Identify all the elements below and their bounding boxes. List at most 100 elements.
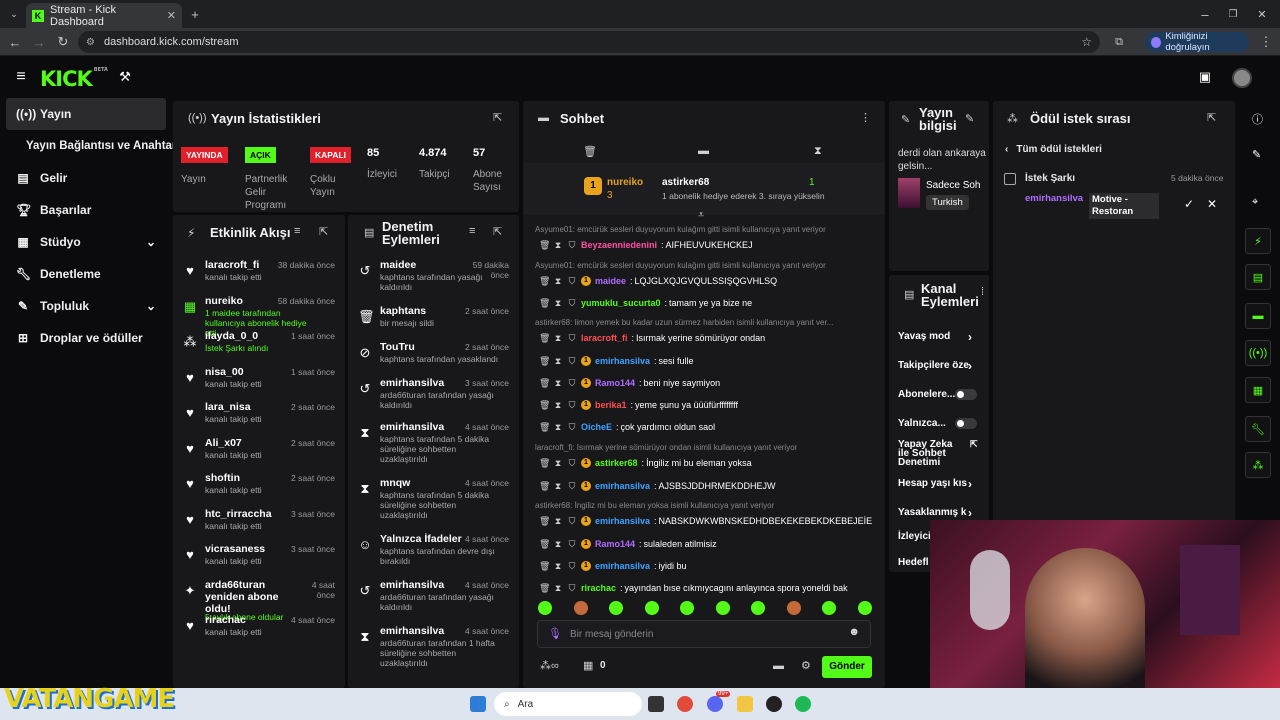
emote-icon[interactable] bbox=[786, 601, 801, 615]
scroll-down-icon[interactable]: ⩡ bbox=[698, 209, 704, 222]
channel-action-row[interactable]: Abonelere... bbox=[898, 389, 984, 400]
activity-item[interactable]: ♥ vicrasaness kanalı takip etti 3 saat önce bbox=[173, 543, 345, 579]
ban-shield-icon[interactable]: ⛉ bbox=[567, 458, 577, 469]
tab-list-icon[interactable]: ⌄ bbox=[5, 5, 23, 23]
chat-username[interactable]: emirhansilva bbox=[595, 481, 650, 491]
emote-icon[interactable] bbox=[573, 601, 588, 615]
delete-message-icon[interactable]: 🗑︎ bbox=[539, 298, 550, 309]
channel-action-row[interactable]: Yavaş mod › bbox=[898, 330, 984, 344]
emote-icon[interactable] bbox=[822, 601, 836, 615]
delete-message-icon[interactable]: 🗑︎ bbox=[539, 240, 550, 251]
chat-mode-icon[interactable]: ▬ bbox=[698, 145, 709, 157]
chat-message[interactable]: 🗑︎ ⧗ ⛉ rirachac: yayından bıse cıkmıycagını … bbox=[539, 581, 885, 595]
points-icon[interactable]: ⁂∞ bbox=[540, 659, 559, 672]
timeout-icon[interactable]: ⧗ bbox=[553, 378, 563, 389]
nav-item-gelir[interactable]: ▤ Gelir bbox=[6, 162, 166, 194]
trash-icon[interactable]: 🗑︎ bbox=[583, 145, 597, 158]
emote-icon[interactable] bbox=[644, 601, 659, 615]
timeout-icon[interactable]: ⧗ bbox=[553, 400, 563, 411]
new-tab-icon[interactable]: + bbox=[186, 5, 204, 23]
edit-pencil-icon[interactable]: ✎ bbox=[1252, 148, 1261, 161]
drag-handle-icon[interactable]: ⁞ bbox=[981, 286, 984, 298]
forward-icon[interactable]: → bbox=[30, 33, 48, 51]
chat-message[interactable]: 🗑︎ ⧗ ⛉ 1 maidee: LQJGLXQJGVQULSSIŞQGVHLSQ bbox=[539, 274, 885, 288]
chat-username[interactable]: emirhansilva bbox=[595, 356, 650, 366]
mod-action-item[interactable]: ⧗ emirhansilva kaphtans tarafından 5 dakik… bbox=[348, 421, 519, 465]
timeout-icon[interactable]: ⧗ bbox=[553, 356, 563, 367]
delete-message-icon[interactable]: 🗑︎ bbox=[539, 333, 550, 344]
timeout-icon[interactable]: ⧗ bbox=[553, 481, 563, 492]
extensions-icon[interactable]: ⧉ bbox=[1110, 33, 1128, 51]
ban-shield-icon[interactable]: ⛉ bbox=[567, 400, 577, 411]
ban-shield-icon[interactable]: ⛉ bbox=[567, 481, 577, 492]
browser-tab[interactable]: K Stream - Kick Dashboard ✕ bbox=[26, 3, 182, 28]
chat-message[interactable]: 🗑︎ ⧗ ⛉ 1 emirhansilva: NABSKDWKWBNSKEDHDBEKEK… bbox=[539, 514, 885, 528]
nav-item-droplar[interactable]: ⊞ Droplar ve ödüller bbox=[6, 322, 166, 354]
quick-action-broadcast-icon[interactable]: ((•)) bbox=[1245, 340, 1271, 366]
timeout-icon[interactable]: ⧗ bbox=[553, 458, 563, 469]
chat-username[interactable]: laracroft_fi bbox=[581, 333, 628, 343]
hourglass-icon[interactable]: ⧗ bbox=[814, 145, 822, 158]
timeout-icon[interactable]: ⧗ bbox=[553, 298, 563, 309]
chat-message[interactable]: 🗑︎ ⧗ ⛉ 1 emirhansilva: iyidi bu bbox=[539, 559, 885, 573]
timeout-icon[interactable]: ⧗ bbox=[553, 583, 563, 594]
hamburger-menu-icon[interactable]: ≡ bbox=[12, 68, 30, 86]
info-icon[interactable]: ⓘ bbox=[1252, 111, 1263, 127]
mod-action-item[interactable]: ☺ Yalnızca İfadeler kaphtans tarafından de… bbox=[348, 533, 519, 577]
close-tab-icon[interactable]: ✕ bbox=[167, 9, 176, 22]
nav-item-yayin[interactable]: ((•)) Yayın bbox=[6, 98, 166, 130]
reject-x-icon[interactable]: ✕ bbox=[1207, 197, 1217, 211]
quick-action-bolt-icon[interactable]: ⚡︎ bbox=[1245, 228, 1271, 254]
more-options-icon[interactable]: ⋮ bbox=[860, 111, 871, 124]
delete-message-icon[interactable]: 🗑︎ bbox=[539, 516, 550, 527]
delete-message-icon[interactable]: 🗑︎ bbox=[539, 356, 550, 367]
quick-action-doc-icon[interactable]: ▤ bbox=[1245, 264, 1271, 290]
close-window-icon[interactable]: ✕ bbox=[1253, 5, 1271, 23]
activity-item[interactable]: ✦ arda66turan yeniden abone oldu! 5 aylık … bbox=[173, 579, 345, 622]
filter-icon[interactable]: ≡ bbox=[294, 225, 300, 237]
quick-action-chat-icon[interactable]: ▬ bbox=[1245, 303, 1271, 329]
mod-action-item[interactable]: ↺ emirhansilva arda66turan tarafından yasa… bbox=[348, 377, 519, 421]
chat-message[interactable]: 🗑︎ ⧗ ⛉ 1 Ramo144: beni niye saymiyon bbox=[539, 376, 885, 390]
emote-icon[interactable] bbox=[857, 601, 872, 615]
ban-shield-icon[interactable]: ⛉ bbox=[567, 561, 577, 572]
chat-username[interactable]: yumuklu_sucurta0 bbox=[581, 298, 661, 308]
timeout-icon[interactable]: ⧗ bbox=[553, 333, 563, 344]
chat-message[interactable]: 🗑︎ ⧗ ⛉ 1 emirhansilva: AJSBSJDDHRMEKDDHEJW bbox=[539, 479, 885, 493]
discord-icon[interactable] bbox=[707, 696, 723, 712]
emote-icon[interactable] bbox=[680, 601, 694, 615]
timeout-icon[interactable]: ⧗ bbox=[553, 539, 563, 550]
back-to-all-rewards[interactable]: ‹ Tüm ödül istekleri bbox=[1005, 144, 1102, 155]
emote-icon[interactable] bbox=[609, 601, 623, 615]
chat-bubble-icon[interactable]: ▬ bbox=[773, 660, 784, 672]
file-explorer-icon[interactable] bbox=[737, 696, 753, 712]
kick-logo[interactable]: KICK BETA bbox=[40, 67, 108, 91]
activity-item[interactable]: ♥ shoftin kanalı takip etti 2 saat önce bbox=[173, 472, 345, 508]
chat-message[interactable]: 🗑︎ ⧗ ⛉ laracroft_fi: Isırmak yerine sömürüyo… bbox=[539, 331, 885, 345]
ban-shield-icon[interactable]: ⛉ bbox=[567, 539, 577, 550]
delete-message-icon[interactable]: 🗑︎ bbox=[539, 378, 550, 389]
delete-message-icon[interactable]: 🗑︎ bbox=[539, 539, 550, 550]
back-icon[interactable]: ← bbox=[6, 33, 24, 51]
popout-icon[interactable]: ⇱ bbox=[493, 225, 502, 238]
obs-icon[interactable] bbox=[766, 696, 782, 712]
ban-shield-icon[interactable]: ⛉ bbox=[567, 516, 577, 527]
emote-icon[interactable] bbox=[715, 601, 730, 615]
restore-icon[interactable]: ❐ bbox=[1224, 5, 1242, 23]
activity-item[interactable]: ♥ nisa_00 kanalı takip etti 1 saat önce bbox=[173, 366, 345, 402]
url-input[interactable]: ⚙ dashboard.kick.com/stream ☆ bbox=[78, 31, 1100, 53]
timeout-icon[interactable]: ⧗ bbox=[553, 516, 563, 527]
quick-action-rewards-icon[interactable]: ⁂ bbox=[1245, 452, 1271, 478]
emoji-icon[interactable]: ☻ bbox=[848, 626, 860, 638]
channel-action-row[interactable]: Yasaklanmış k › bbox=[898, 506, 984, 520]
delete-message-icon[interactable]: 🗑︎ bbox=[539, 400, 550, 411]
edit-pencil-icon[interactable]: ✎ bbox=[965, 112, 974, 125]
reload-icon[interactable]: ↻ bbox=[54, 33, 72, 51]
site-info-icon[interactable]: ⚙ bbox=[86, 37, 95, 48]
mod-action-item[interactable]: ↺ maidee kaphtans tarafından yasağı kaldır… bbox=[348, 259, 519, 303]
nav-item-stream-key[interactable]: Yayın Bağlantısı ve Anahtarı bbox=[6, 130, 180, 162]
mod-action-item[interactable]: ↺ emirhansilva arda66turan tarafından yasa… bbox=[348, 579, 519, 623]
timeout-icon[interactable]: ⧗ bbox=[553, 240, 563, 251]
rewards-store-icon[interactable]: ▦ bbox=[583, 659, 593, 672]
ban-shield-icon[interactable]: ⛉ bbox=[567, 298, 577, 309]
